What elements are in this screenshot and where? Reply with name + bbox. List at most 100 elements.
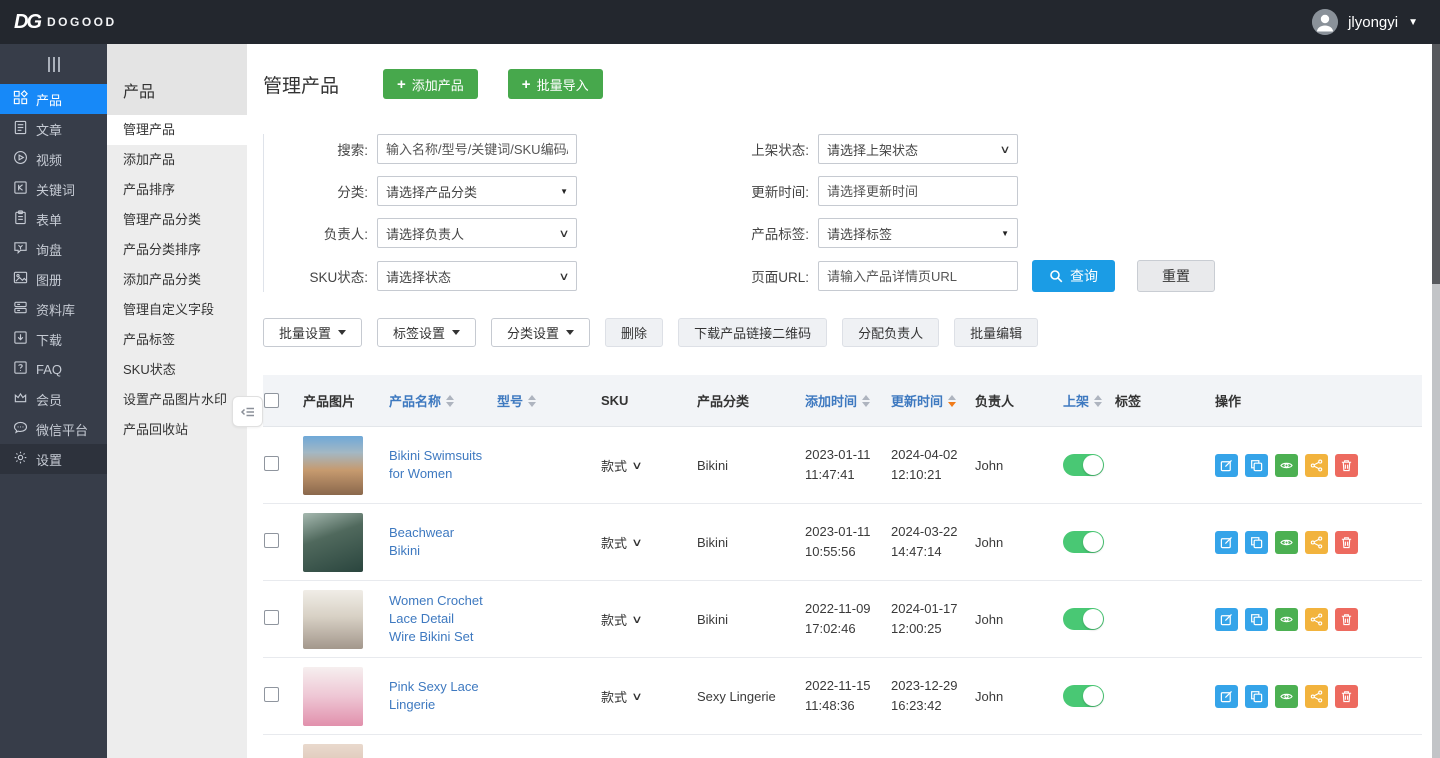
sidebar-item-videos[interactable]: 视频 — [0, 144, 107, 174]
copy-button[interactable] — [1245, 531, 1268, 554]
column-header-added[interactable]: 添加时间 — [805, 391, 891, 410]
sidebar-collapse-toggle[interactable] — [0, 44, 107, 84]
sidebar-item-downloads[interactable]: 下载 — [0, 324, 107, 354]
preview-button[interactable] — [1275, 531, 1298, 554]
shelf-toggle[interactable] — [1063, 454, 1104, 476]
row-checkbox[interactable] — [264, 687, 279, 702]
sidebar-item-forms[interactable]: 表单 — [0, 204, 107, 234]
product-name-link[interactable]: Pink Sexy Lace Lingerie — [389, 678, 497, 714]
bulk-edit-button[interactable]: 批量编辑 — [954, 318, 1038, 347]
download-qr-button[interactable]: 下载产品链接二维码 — [678, 318, 827, 347]
delete-row-button[interactable] — [1335, 685, 1358, 708]
sidebar-item-articles[interactable]: 文章 — [0, 114, 107, 144]
plus-icon: + — [522, 76, 531, 93]
sidebar-item-keywords[interactable]: 关键词 — [0, 174, 107, 204]
share-button[interactable] — [1305, 454, 1328, 477]
search-input[interactable] — [377, 134, 577, 164]
page-scrollbar[interactable] — [1432, 44, 1440, 758]
edit-button[interactable] — [1215, 454, 1238, 477]
product-name-link[interactable]: Beachwear Bikini — [389, 524, 497, 560]
edit-button[interactable] — [1215, 608, 1238, 631]
copy-button[interactable] — [1245, 454, 1268, 477]
product-image[interactable] — [303, 436, 363, 495]
bulk-set-dropdown[interactable]: 批量设置 — [263, 318, 362, 347]
sidebar-item-products[interactable]: 产品 — [0, 84, 107, 114]
product-image[interactable] — [303, 667, 363, 726]
query-button[interactable]: 查询 — [1032, 260, 1115, 292]
shelf-toggle[interactable] — [1063, 531, 1104, 553]
reset-button[interactable]: 重置 — [1137, 260, 1215, 292]
sku-dropdown[interactable]: 款式∨ — [601, 687, 641, 706]
edit-button[interactable] — [1215, 685, 1238, 708]
app-logo[interactable]: DG DOGOOD — [0, 0, 247, 44]
bulk-import-button[interactable]: + 批量导入 — [508, 69, 603, 99]
sku-status-select[interactable]: 请选择状态 ∨ — [377, 261, 577, 291]
copy-button[interactable] — [1245, 608, 1268, 631]
owner-select[interactable]: 请选择负责人 ∨ — [377, 218, 577, 248]
submenu-item-add-category[interactable]: 添加产品分类 — [107, 265, 247, 295]
column-header-updated[interactable]: 更新时间 — [891, 391, 975, 410]
submenu-item-category-sort[interactable]: 产品分类排序 — [107, 235, 247, 265]
submenu-collapse-button[interactable] — [232, 396, 263, 427]
submenu-item-manage-categories[interactable]: 管理产品分类 — [107, 205, 247, 235]
submenu-item-custom-fields[interactable]: 管理自定义字段 — [107, 295, 247, 325]
product-image[interactable] — [303, 513, 363, 572]
page-url-input[interactable] — [818, 261, 1018, 291]
row-checkbox[interactable] — [264, 533, 279, 548]
preview-button[interactable] — [1275, 685, 1298, 708]
sidebar-item-wechat[interactable]: 微信平台 — [0, 414, 107, 444]
submenu-item-add-product[interactable]: 添加产品 — [107, 145, 247, 175]
delete-button[interactable]: 删除 — [605, 318, 663, 347]
shelf-toggle[interactable] — [1063, 608, 1104, 630]
sku-dropdown[interactable]: 款式∨ — [601, 533, 641, 552]
product-name-link[interactable]: Bikini Swimsuits for Women — [389, 447, 497, 483]
share-button[interactable] — [1305, 531, 1328, 554]
scrollbar-thumb[interactable] — [1432, 44, 1440, 284]
user-menu[interactable]: jlyongyi ▼ — [1312, 9, 1440, 35]
preview-button[interactable] — [1275, 454, 1298, 477]
tag-set-dropdown[interactable]: 标签设置 — [377, 318, 476, 347]
delete-row-button[interactable] — [1335, 454, 1358, 477]
submenu-item-recycle-bin[interactable]: 产品回收站 — [107, 415, 247, 445]
row-checkbox[interactable] — [264, 610, 279, 625]
sidebar-item-faq[interactable]: FAQ — [0, 354, 107, 384]
sort-arrows-icon — [1094, 395, 1102, 407]
table-row: Bikini Swimsuits for Women 款式∨ Bikini 20… — [263, 427, 1422, 504]
delete-row-button[interactable] — [1335, 608, 1358, 631]
column-header-actions: 操作 — [1215, 391, 1422, 410]
product-name-link[interactable]: Women Crochet Lace Detail Wire Bikini Se… — [389, 592, 497, 647]
product-tag-select[interactable]: 请选择标签 ▼ — [818, 218, 1018, 248]
product-image[interactable] — [303, 744, 363, 758]
sku-dropdown[interactable]: 款式∨ — [601, 456, 641, 475]
submenu-item-manage-products[interactable]: 管理产品 — [107, 115, 247, 145]
shelf-status-select[interactable]: 请选择上架状态 ∨ — [818, 134, 1018, 164]
sku-dropdown[interactable]: 款式∨ — [601, 610, 641, 629]
sidebar-item-library[interactable]: 资料库 — [0, 294, 107, 324]
delete-row-button[interactable] — [1335, 531, 1358, 554]
category-set-dropdown[interactable]: 分类设置 — [491, 318, 590, 347]
edit-button[interactable] — [1215, 531, 1238, 554]
submenu-item-product-tags[interactable]: 产品标签 — [107, 325, 247, 355]
preview-button[interactable] — [1275, 608, 1298, 631]
submenu-item-watermark[interactable]: 设置产品图片水印 — [107, 385, 247, 415]
product-image[interactable] — [303, 590, 363, 649]
row-checkbox[interactable] — [264, 456, 279, 471]
sidebar-item-gallery[interactable]: 图册 — [0, 264, 107, 294]
copy-button[interactable] — [1245, 685, 1268, 708]
submenu-item-sku-status[interactable]: SKU状态 — [107, 355, 247, 385]
column-header-name[interactable]: 产品名称 — [389, 391, 497, 410]
shelf-toggle[interactable] — [1063, 685, 1104, 707]
select-all-checkbox[interactable] — [264, 393, 279, 408]
submenu-item-product-sort[interactable]: 产品排序 — [107, 175, 247, 205]
sidebar-item-settings[interactable]: 设置 — [0, 444, 107, 474]
column-header-shelf[interactable]: 上架 — [1063, 391, 1115, 410]
add-product-button[interactable]: + 添加产品 — [383, 69, 478, 99]
assign-owner-button[interactable]: 分配负责人 — [842, 318, 939, 347]
sidebar-item-members[interactable]: 会员 — [0, 384, 107, 414]
sidebar-item-inquiries[interactable]: 询盘 — [0, 234, 107, 264]
share-button[interactable] — [1305, 608, 1328, 631]
share-button[interactable] — [1305, 685, 1328, 708]
update-time-input[interactable] — [818, 176, 1018, 206]
category-select[interactable]: 请选择产品分类 ▼ — [377, 176, 577, 206]
column-header-model[interactable]: 型号 — [497, 391, 601, 410]
